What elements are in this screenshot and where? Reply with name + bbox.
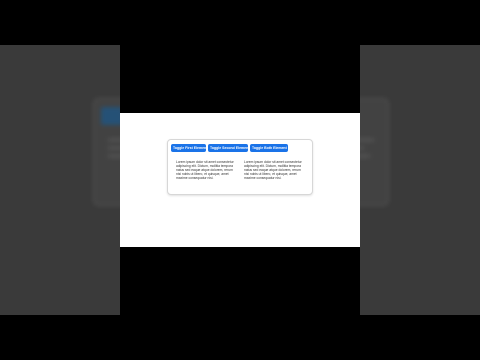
demo-card: Toggle First Element Toggle Second Eleme… [167,139,313,195]
first-element-paragraph: Lorem ipsum dolor sit amet consectetur a… [176,160,234,180]
button-row: Toggle First Element Toggle Second Eleme… [171,144,288,152]
toggle-both-button[interactable]: Toggle Both Element [250,144,288,152]
second-element-paragraph: Lorem ipsum dolor sit amet consectetur a… [244,160,302,180]
letterbox-top [0,0,480,45]
toggle-first-button[interactable]: Toggle First Element [171,144,207,152]
toggle-second-button[interactable]: Toggle Second Element [208,144,249,152]
letterbox-bottom [0,315,480,360]
